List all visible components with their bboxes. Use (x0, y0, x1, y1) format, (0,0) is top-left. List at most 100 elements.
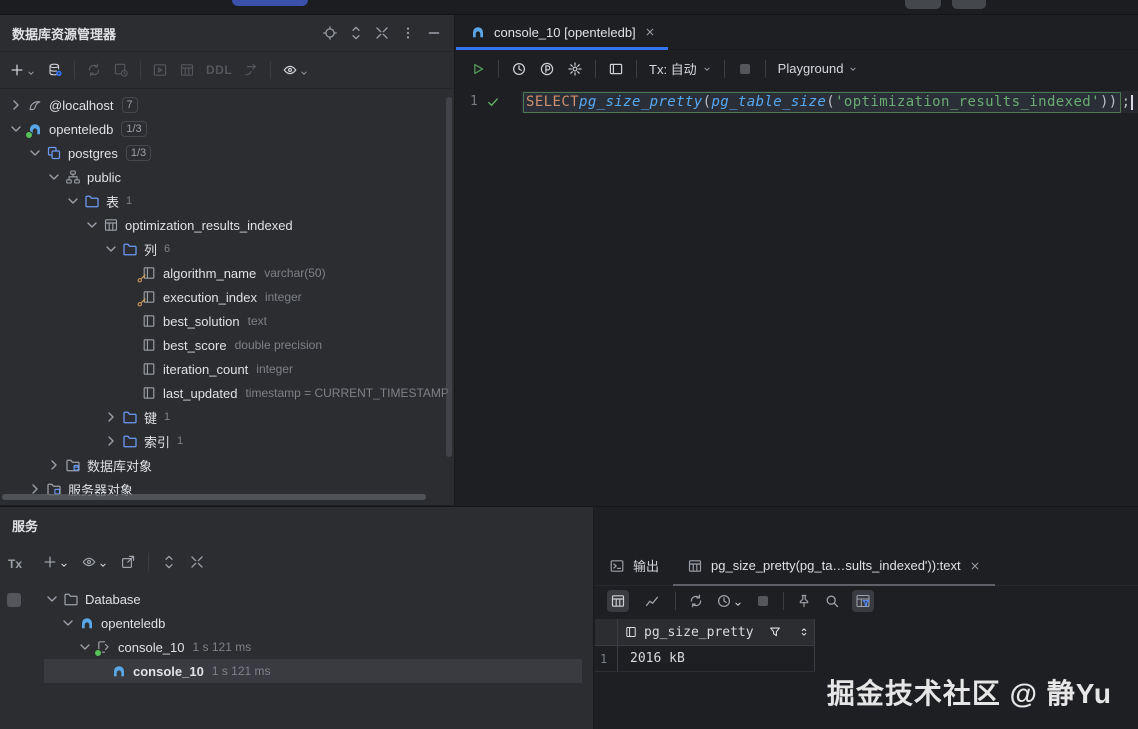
tree-row-openteledb[interactable]: openteledb 1/3 (0, 117, 455, 141)
tree-row-postgres[interactable]: postgres 1/3 (0, 141, 455, 165)
chevron-down-icon[interactable] (44, 591, 60, 607)
chevron-right-icon[interactable] (103, 409, 119, 425)
service-row-database[interactable]: Database (0, 587, 593, 611)
chevron-down-icon[interactable] (8, 121, 24, 137)
tree-row-column[interactable]: last_updated timestamp = CURRENT_TIMESTA… (0, 381, 455, 405)
explorer-tree: @localhost 7 openteledb 1/3 postgres 1/3… (0, 93, 455, 505)
pin-icon[interactable] (796, 593, 812, 609)
tx-side-button[interactable]: Tx (8, 557, 22, 571)
close-tab-icon[interactable] (969, 560, 981, 572)
tree-label: best_solution (163, 313, 240, 329)
service-row-openteledb[interactable]: openteledb (0, 611, 593, 635)
chevron-down-icon[interactable] (65, 193, 81, 209)
chevron-right-icon[interactable] (8, 97, 24, 113)
settings-gear-icon[interactable] (567, 61, 583, 77)
stop-icon[interactable] (737, 61, 753, 77)
explorer-toolbar: DDL (0, 52, 454, 89)
tree-label: console_10 (118, 639, 185, 655)
tree-row-column[interactable]: algorithm_name varchar(50) (0, 261, 455, 285)
ddl-button[interactable]: DDL (206, 63, 232, 77)
column-icon (141, 385, 157, 401)
collapse-all-icon[interactable] (189, 554, 205, 570)
top-control-2[interactable] (952, 0, 986, 9)
jump-to-icon[interactable] (243, 62, 259, 78)
tree-row-keys-folder[interactable]: 键 1 (0, 405, 455, 429)
horizontal-scrollbar[interactable] (2, 494, 426, 500)
grid-view-button[interactable] (607, 590, 629, 612)
index-key-icon (136, 296, 148, 308)
service-row-console-selected[interactable]: console_10 1 s 121 ms (44, 659, 582, 683)
duplicate-with-clock-icon[interactable] (113, 62, 129, 78)
close-tab-icon[interactable] (644, 26, 656, 38)
open-console-icon[interactable] (152, 62, 168, 78)
parameters-icon[interactable] (539, 61, 555, 77)
grid-column-header[interactable]: pg_size_pretty (618, 619, 815, 645)
stop-icon[interactable] (755, 593, 771, 609)
chevron-down-icon[interactable] (84, 217, 100, 233)
filter-funnel-icon[interactable] (768, 625, 782, 639)
grid-cell-value[interactable]: 2016 kB (618, 646, 815, 671)
output-tab[interactable]: 输出 (595, 546, 673, 585)
tree-row-indexes-folder[interactable]: 索引 1 (0, 429, 455, 453)
tree-row-localhost[interactable]: @localhost 7 (0, 93, 455, 117)
vertical-scrollbar[interactable] (446, 97, 452, 457)
top-control-1[interactable] (905, 0, 941, 9)
chevron-right-icon[interactable] (103, 433, 119, 449)
chevron-down-icon[interactable] (27, 145, 43, 161)
in-editor-results-icon[interactable] (608, 61, 624, 77)
new-datasource-button[interactable] (9, 62, 36, 78)
chevron-down-icon[interactable] (77, 639, 93, 655)
tree-label: optimization_results_indexed (125, 217, 293, 233)
view-options-button[interactable] (282, 62, 309, 78)
datasource-properties-icon[interactable] (47, 62, 63, 78)
view-options-button[interactable] (81, 554, 108, 570)
explorer-header: 数据库资源管理器 (0, 15, 454, 52)
more-options-icon[interactable] (400, 25, 416, 41)
tree-label: 表 (106, 194, 120, 210)
chevron-down-icon[interactable] (103, 241, 119, 257)
session-dropdown[interactable]: Playground (778, 61, 859, 76)
tree-row-columns-folder[interactable]: 列 6 (0, 237, 455, 261)
history-icon[interactable] (511, 61, 527, 77)
chevron-right-icon[interactable] (46, 457, 62, 473)
chevron-down-icon[interactable] (46, 169, 62, 185)
output-tab-label: 输出 (633, 559, 660, 574)
expand-all-icon[interactable] (348, 25, 364, 41)
tree-row-tables-folder[interactable]: 表 1 (0, 189, 455, 213)
history-button[interactable] (716, 593, 743, 609)
filter-grid-button[interactable] (852, 590, 874, 612)
chevron-down-icon[interactable] (60, 615, 76, 631)
tree-row-column[interactable]: best_score double precision (0, 333, 455, 357)
search-icon[interactable] (824, 593, 840, 609)
tree-row-column[interactable]: best_solution text (0, 309, 455, 333)
code-editor[interactable]: 1 SELECT pg_size_pretty(pg_table_size('o… (456, 88, 1138, 505)
locate-icon[interactable] (322, 25, 338, 41)
tree-row-table[interactable]: optimization_results_indexed (0, 213, 455, 237)
tree-row-db-objects[interactable]: 数据库对象 (0, 453, 455, 477)
collapse-all-icon[interactable] (374, 25, 390, 41)
tree-row-column[interactable]: iteration_count integer (0, 357, 455, 381)
sort-icon[interactable] (798, 626, 810, 638)
result-tab[interactable]: pg_size_pretty(pg_ta…sults_indexed')):te… (673, 546, 995, 586)
postgres-elephant-icon (111, 663, 127, 679)
tx-mode-dropdown[interactable]: Tx: 自动 (649, 59, 712, 78)
tree-row-public[interactable]: public (0, 165, 455, 189)
chart-view-button[interactable] (641, 590, 663, 612)
expand-all-icon[interactable] (161, 554, 177, 570)
grid-data-row[interactable]: 1 2016 kB (595, 646, 815, 672)
reload-icon[interactable] (688, 593, 704, 609)
toolbar-separator (595, 59, 596, 78)
editor-tab-console10[interactable]: console_10 [openteledb] (456, 15, 668, 50)
open-table-icon[interactable] (179, 62, 195, 78)
tree-row-column[interactable]: execution_index integer (0, 285, 455, 309)
tree-label: 数据库对象 (87, 458, 153, 474)
postgres-elephant-icon (79, 615, 95, 631)
add-service-button[interactable] (42, 554, 69, 570)
hide-panel-icon[interactable] (426, 25, 442, 41)
open-in-new-icon[interactable] (120, 554, 136, 570)
service-row-console[interactable]: console_10 1 s 121 ms (0, 635, 593, 659)
code-line-1[interactable]: SELECT pg_size_pretty(pg_table_size('opt… (523, 91, 1134, 113)
top-blue-control[interactable] (232, 0, 308, 6)
run-icon[interactable] (470, 61, 486, 77)
refresh-icon[interactable] (86, 62, 102, 78)
